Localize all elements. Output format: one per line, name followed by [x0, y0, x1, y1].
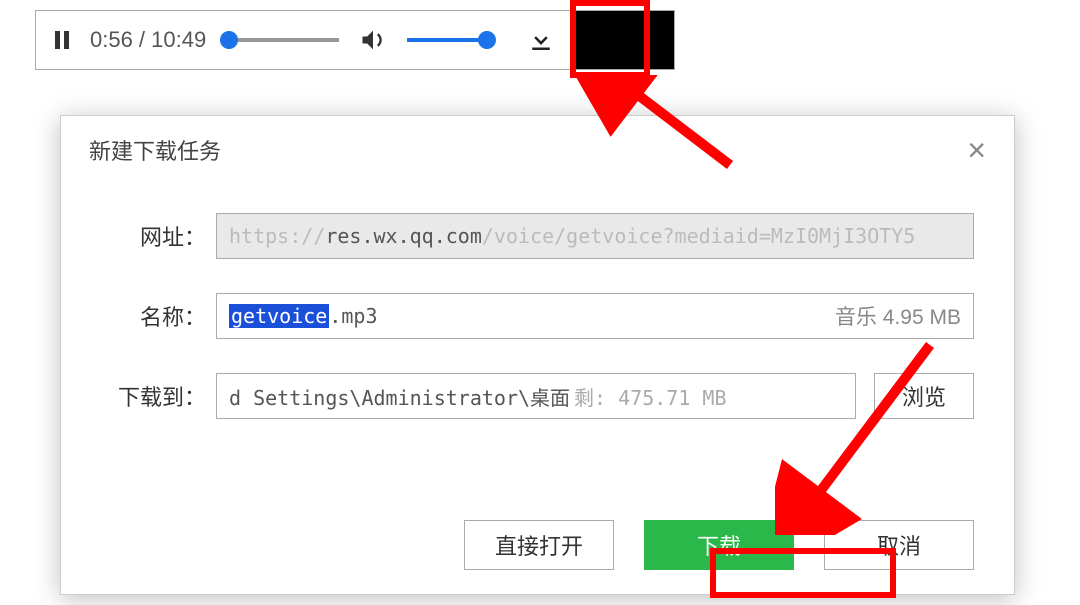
player-tail	[575, 11, 674, 69]
dialog-header: 新建下载任务 ×	[61, 116, 1014, 178]
url-row: 网址： https:// res.wx.qq.com /voice/getvoi…	[101, 213, 974, 259]
cancel-button[interactable]: 取消	[824, 520, 974, 570]
volume-icon	[359, 26, 387, 54]
browse-button[interactable]: 浏览	[874, 373, 974, 419]
close-button[interactable]: ×	[967, 134, 986, 166]
file-meta: 音乐 4.95 MB	[835, 301, 961, 331]
file-size: 4.95 MB	[883, 306, 961, 329]
audio-player-bar: 0:56 / 10:49	[35, 10, 675, 70]
dialog-buttons: 直接打开 下载 取消	[464, 520, 974, 570]
name-selected: getvoice	[229, 304, 329, 328]
seek-track[interactable]	[224, 38, 339, 42]
playback-time: 0:56 / 10:49	[90, 27, 206, 53]
volume-track[interactable]	[407, 38, 487, 42]
open-direct-button[interactable]: 直接打开	[464, 520, 614, 570]
download-icon	[526, 25, 556, 55]
pause-icon	[50, 28, 74, 52]
download-confirm-button[interactable]: 下载	[644, 520, 794, 570]
name-ext: .mp3	[329, 304, 377, 328]
volume-button[interactable]	[359, 26, 387, 54]
path-field[interactable]: d Settings\Administrator\桌面 剩: 475.71 MB	[216, 373, 856, 419]
volume-thumb[interactable]	[478, 31, 496, 49]
name-field[interactable]: getvoice.mp3 音乐 4.95 MB	[216, 293, 974, 339]
url-label: 网址：	[101, 220, 206, 252]
pause-button[interactable]	[48, 26, 76, 54]
download-button[interactable]	[507, 11, 575, 69]
download-dialog: 新建下载任务 × 网址： https:// res.wx.qq.com /voi…	[60, 115, 1015, 595]
path-value: d Settings\Administrator\桌面	[229, 382, 570, 411]
path-row: 下载到： d Settings\Administrator\桌面 剩: 475.…	[101, 373, 974, 419]
url-host: res.wx.qq.com	[325, 224, 482, 248]
file-type: 音乐	[835, 306, 877, 329]
url-field[interactable]: https:// res.wx.qq.com /voice/getvoice?m…	[216, 213, 974, 259]
path-label: 下载到：	[101, 380, 206, 412]
name-label: 名称：	[101, 300, 206, 332]
seek-thumb[interactable]	[220, 31, 238, 49]
url-prefix: https://	[229, 224, 325, 248]
dialog-title: 新建下载任务	[89, 134, 221, 166]
url-suffix: /voice/getvoice?mediaid=MzI0MjI3OTY5	[482, 224, 915, 248]
name-row: 名称： getvoice.mp3 音乐 4.95 MB	[101, 293, 974, 339]
path-remaining: 剩: 475.71 MB	[574, 382, 726, 411]
